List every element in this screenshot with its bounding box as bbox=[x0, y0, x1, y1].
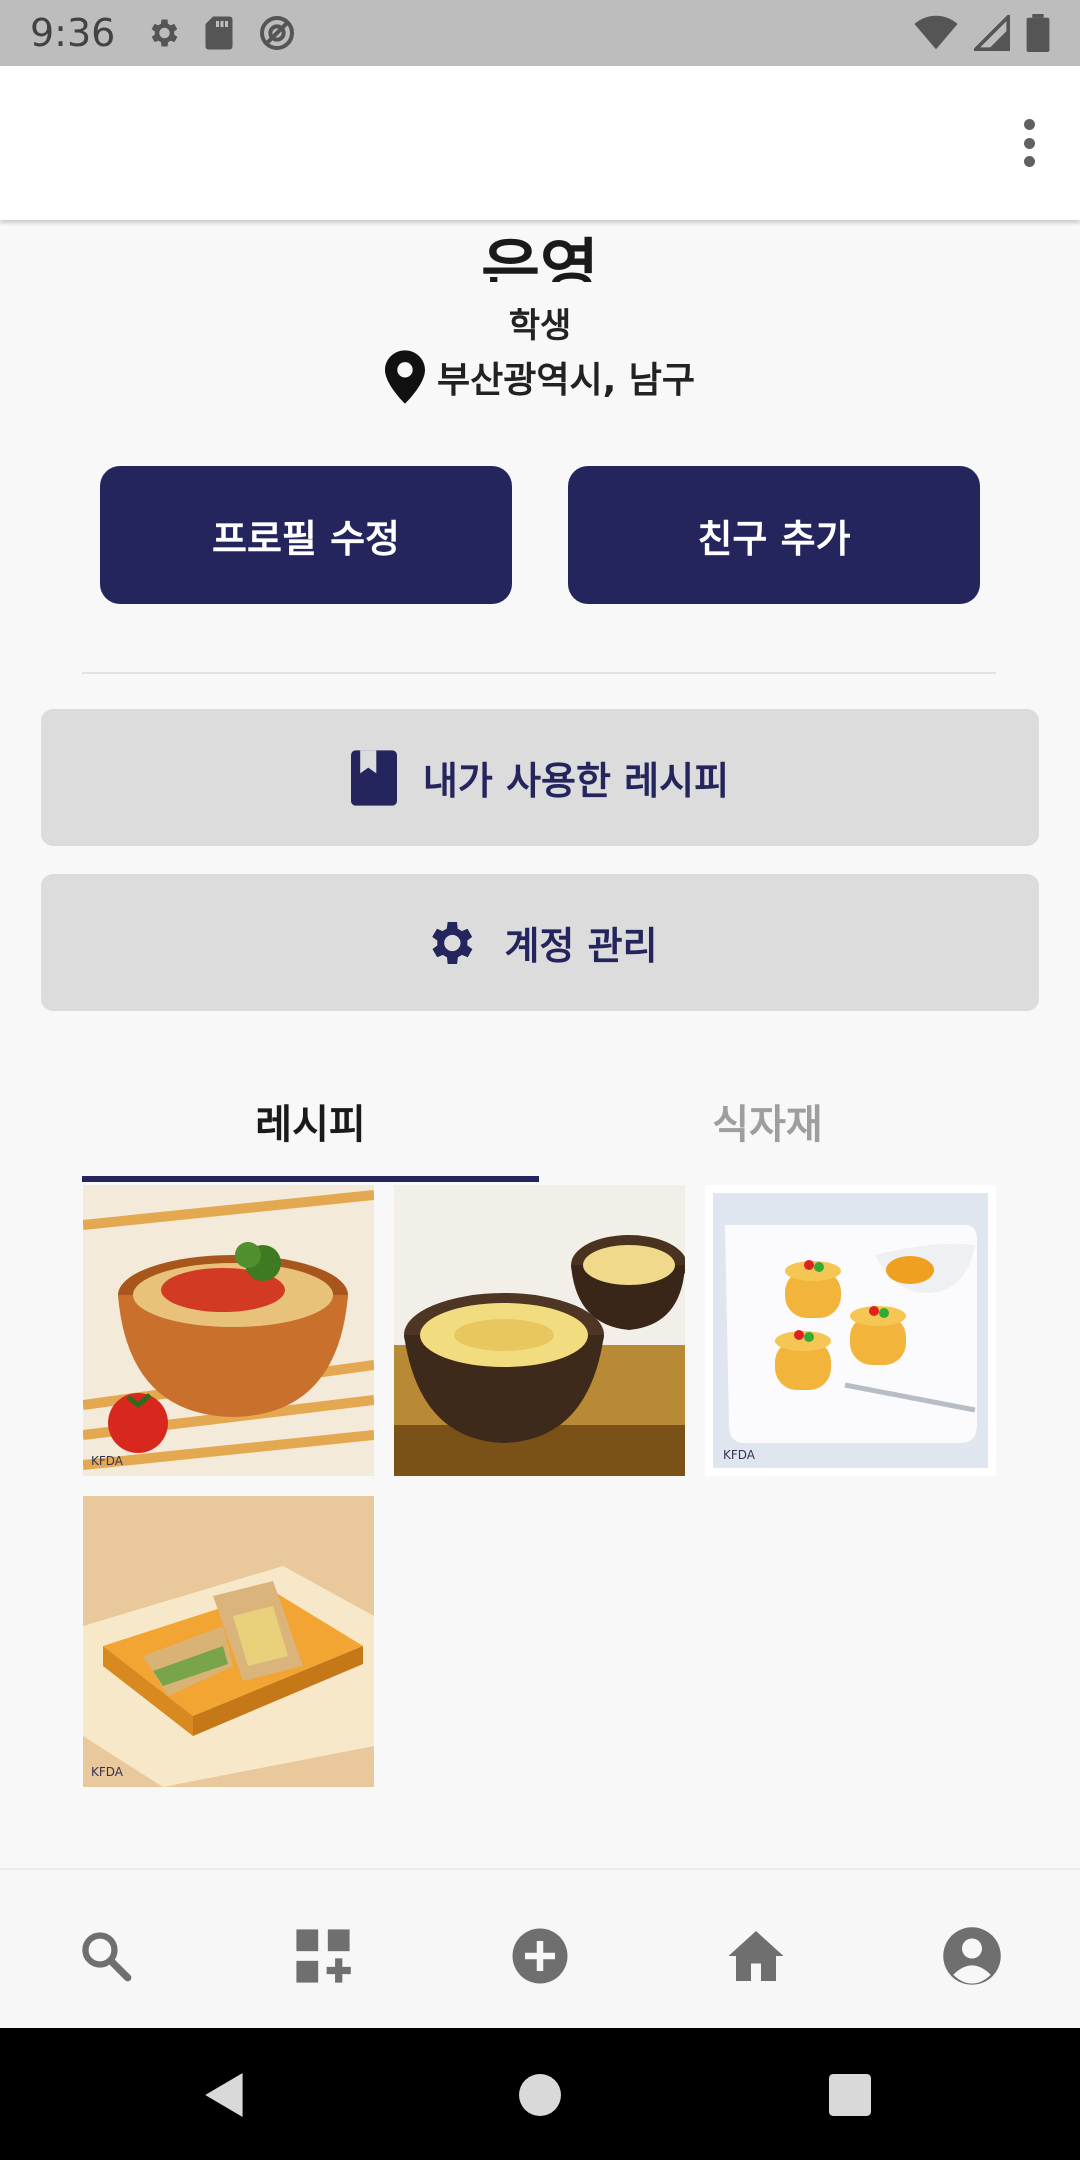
account-management-button[interactable]: 계정 관리 bbox=[41, 874, 1039, 1011]
nav-back-button[interactable] bbox=[190, 2064, 260, 2126]
bottom-navigation bbox=[0, 1868, 1080, 2028]
nav-profile[interactable] bbox=[922, 1906, 1022, 2006]
status-bar: 9:36 bbox=[0, 0, 1080, 66]
edit-profile-button[interactable]: 프로필 수정 bbox=[100, 466, 512, 604]
used-recipes-button[interactable]: 내가 사용한 레시피 bbox=[41, 709, 1039, 846]
profile-location: 부산광역시, 남구 bbox=[0, 350, 1080, 404]
nav-recents-button[interactable] bbox=[815, 2064, 885, 2126]
add-grid-icon bbox=[296, 1929, 351, 1983]
status-time: 9:36 bbox=[30, 11, 116, 55]
svg-text:KFDA: KFDA bbox=[91, 1454, 124, 1468]
signal-icon bbox=[974, 15, 1010, 51]
recipe-thumbnail[interactable] bbox=[394, 1185, 685, 1476]
home-icon bbox=[728, 1931, 784, 1981]
location-pin-icon bbox=[384, 350, 425, 404]
search-icon bbox=[82, 1932, 132, 1982]
nav-search[interactable] bbox=[56, 1906, 156, 2006]
home-circle-icon bbox=[519, 2074, 561, 2116]
tab-recipes[interactable]: 레시피 bbox=[82, 1070, 539, 1182]
gear-icon bbox=[432, 921, 473, 964]
battery-icon bbox=[1026, 14, 1050, 52]
profile-action-row: 프로필 수정 친구 추가 bbox=[100, 466, 980, 604]
screen: 9:36 은영 학생 부산광역시, 남구 프로필 수정 친구 추가 내가 사용한… bbox=[0, 0, 1080, 2160]
recipe-thumbnail[interactable]: KFDA bbox=[83, 1185, 374, 1476]
sync-off-icon bbox=[260, 16, 295, 50]
overflow-menu-icon[interactable] bbox=[1004, 111, 1054, 175]
recipe-thumbnail[interactable]: KFDA bbox=[83, 1496, 374, 1787]
account-icon bbox=[943, 1927, 1001, 1985]
used-recipes-label: 내가 사용한 레시피 bbox=[422, 759, 730, 803]
tab-ingredients[interactable]: 식자재 bbox=[539, 1070, 996, 1182]
back-triangle-icon bbox=[205, 2073, 243, 2117]
profile-name: 은영 bbox=[481, 233, 599, 282]
location-text: 부산광역시, 남구 bbox=[436, 360, 696, 401]
nav-home-button[interactable] bbox=[505, 2064, 575, 2126]
svg-text:KFDA: KFDA bbox=[91, 1765, 124, 1779]
profile-role: 학생 bbox=[508, 306, 572, 346]
recents-square-icon bbox=[829, 2074, 871, 2116]
profile-name-clip: 은영 bbox=[0, 220, 1080, 282]
divider bbox=[82, 672, 996, 674]
tomato-rice-bowl-image: KFDA bbox=[83, 1185, 374, 1476]
nav-add-grid[interactable] bbox=[273, 1906, 373, 2006]
account-management-label: 계정 관리 bbox=[504, 924, 658, 968]
profile-tabs: 레시피 식자재 bbox=[82, 1070, 996, 1182]
nav-home[interactable] bbox=[706, 1906, 806, 2006]
sandwich-plate-image: KFDA bbox=[83, 1496, 374, 1787]
wifi-icon bbox=[914, 15, 958, 50]
sd-card-icon bbox=[205, 16, 233, 50]
status-icons-right bbox=[914, 14, 1050, 52]
mini-cakes-plate-image: KFDA bbox=[705, 1185, 996, 1476]
svg-text:KFDA: KFDA bbox=[723, 1448, 756, 1462]
system-nav-bar bbox=[0, 2028, 1080, 2160]
recipe-thumbnail[interactable]: KFDA bbox=[705, 1185, 996, 1476]
porridge-bowls-image bbox=[394, 1185, 685, 1476]
settings-status-icon bbox=[151, 19, 178, 47]
profile-content[interactable]: 은영 학생 부산광역시, 남구 프로필 수정 친구 추가 내가 사용한 레시피 … bbox=[0, 220, 1080, 1868]
nav-add[interactable] bbox=[490, 1906, 590, 2006]
add-circle-icon bbox=[512, 1928, 568, 1984]
bookmark-book-icon bbox=[350, 749, 397, 806]
status-icons-left bbox=[145, 13, 297, 53]
add-friend-button[interactable]: 친구 추가 bbox=[568, 466, 980, 604]
app-bar bbox=[0, 66, 1080, 220]
